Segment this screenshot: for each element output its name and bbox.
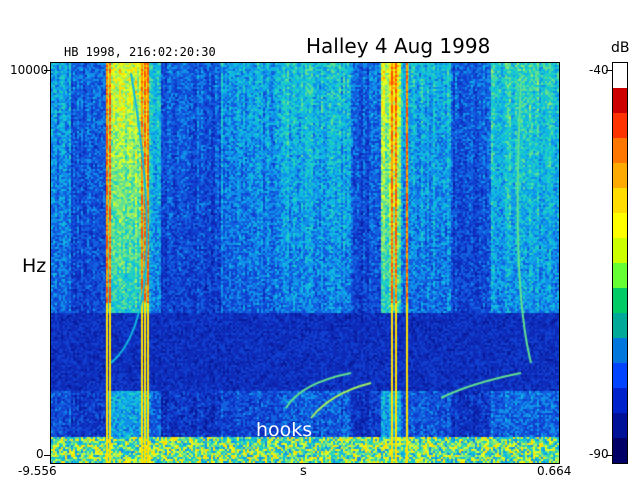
colorbar-segment [613,313,627,338]
y-axis-label: Hz [22,255,47,277]
colorbar-segment [613,263,627,288]
colorbar-segment [613,338,627,363]
timestamp-label: HB 1998, 216:02:20:30 [64,45,216,59]
colorbar-min-label: -90 [589,447,609,461]
colorbar-segment [613,363,627,388]
colorbar-segment [613,113,627,138]
colorbar-unit: dB [611,40,630,56]
colorbar-segment [613,388,627,413]
y-tick-bottom [44,455,50,456]
colorbar-max-label: -40 [589,63,609,77]
hooks-annotation: hooks [256,419,313,441]
colorbar-segment [613,438,627,463]
colorbar-segment [613,188,627,213]
colorbar-segment [613,238,627,263]
colorbar [612,62,628,464]
x-tick-label-left: -9.556 [18,464,57,478]
y-tick-label-bottom: 0 [36,447,44,461]
y-tick-label-top: 10000 [10,63,49,77]
colorbar-segment [613,63,627,88]
chart-title: Halley 4 Aug 1998 [306,34,491,58]
colorbar-segment [613,413,627,438]
colorbar-segment [613,163,627,188]
spectrogram-image [51,63,559,463]
x-axis-label: s [300,464,307,479]
colorbar-segment [613,288,627,313]
colorbar-segment [613,213,627,238]
x-tick-label-right: 0.664 [537,464,572,478]
colorbar-segment [613,88,627,113]
colorbar-segment [613,138,627,163]
spectrogram-plot: hooks [50,62,560,464]
